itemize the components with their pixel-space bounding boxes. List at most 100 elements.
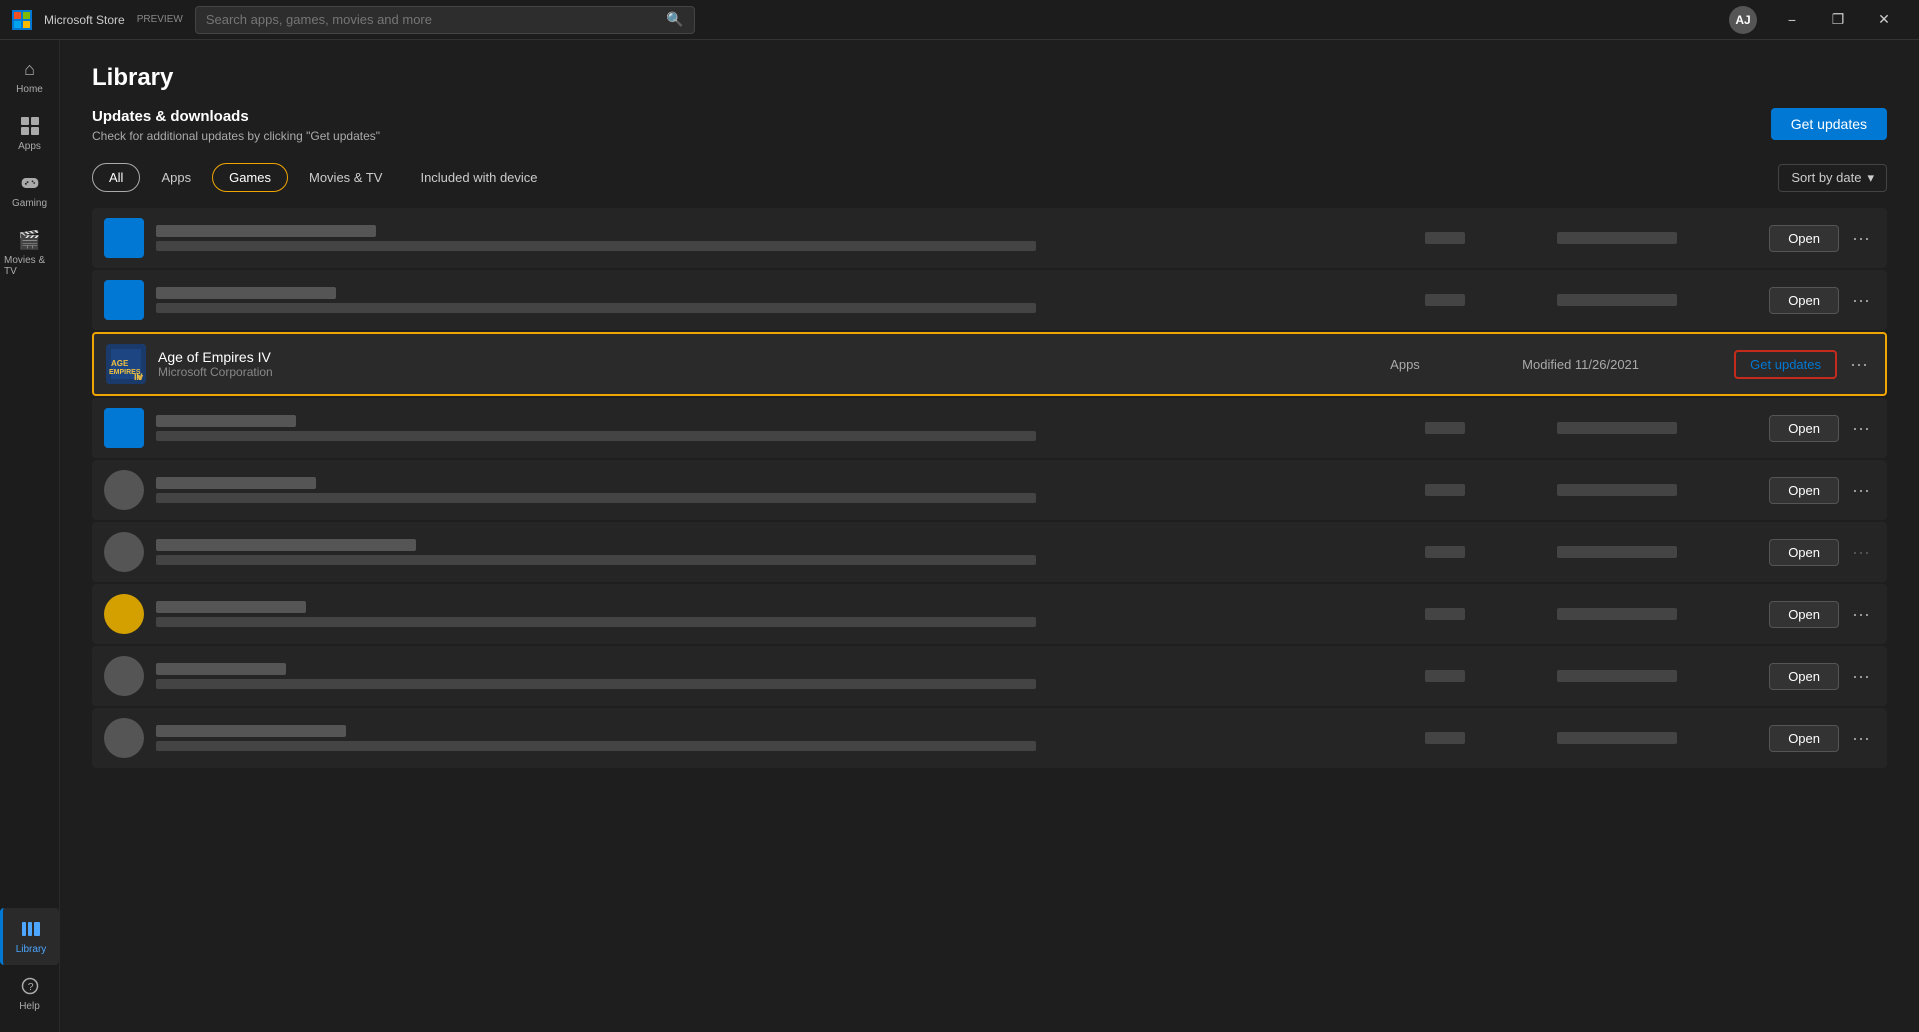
app-type: [1425, 670, 1545, 682]
home-icon: ⌂: [19, 58, 41, 80]
filter-tab-included[interactable]: Included with device: [403, 163, 554, 192]
app-name: [156, 287, 336, 299]
updates-section: Updates & downloads Check for additional…: [92, 108, 1887, 143]
filter-tab-games[interactable]: Games: [212, 163, 288, 192]
sidebar-item-library[interactable]: Library: [0, 908, 59, 965]
app-info: [156, 539, 1413, 565]
get-updates-button[interactable]: Get updates: [1771, 108, 1887, 140]
app-actions: Open ···: [1769, 287, 1875, 314]
app-type: [1425, 484, 1545, 496]
app-publisher: [156, 303, 1036, 313]
search-input[interactable]: [206, 12, 659, 27]
app-icon: [104, 718, 144, 758]
table-row-aoe: AGE EMPIRES IV Age of Empires IV Microso…: [92, 332, 1887, 396]
open-button[interactable]: Open: [1769, 477, 1839, 504]
table-row: Open ···: [92, 460, 1887, 520]
filter-bar: All Apps Games Movies & TV Included with…: [92, 163, 1887, 192]
type-blurred: [1425, 422, 1465, 434]
app-body: ⌂ Home Apps Gaming 🎬: [0, 40, 1919, 1032]
open-button[interactable]: Open: [1769, 601, 1839, 628]
filter-tab-all[interactable]: All: [92, 163, 140, 192]
app-date: [1557, 546, 1757, 558]
main-content: Library Updates & downloads Check for ad…: [60, 40, 1919, 1032]
gaming-icon: [19, 172, 41, 194]
avatar[interactable]: AJ: [1729, 6, 1757, 34]
app-info: [156, 225, 1413, 251]
svg-text:IV: IV: [134, 372, 143, 382]
date-blurred: [1557, 670, 1677, 682]
sidebar-label-apps: Apps: [18, 141, 41, 152]
more-options-button[interactable]: ···: [1847, 418, 1875, 439]
sidebar-label-home: Home: [16, 84, 43, 95]
open-button[interactable]: Open: [1769, 225, 1839, 252]
sidebar-label-help: Help: [19, 1001, 40, 1012]
table-row: Open ···: [92, 398, 1887, 458]
app-name: [156, 477, 316, 489]
app-actions: Open ···: [1769, 477, 1875, 504]
app-info: [156, 415, 1413, 441]
sidebar-label-movies: Movies & TV: [4, 255, 55, 277]
app-type: [1425, 732, 1545, 744]
app-publisher: [156, 741, 1036, 751]
app-name: [156, 725, 346, 737]
table-row: Open ···: [92, 208, 1887, 268]
updates-text: Updates & downloads Check for additional…: [92, 108, 380, 143]
app-actions: Open ···: [1769, 725, 1875, 752]
apps-icon: [19, 115, 41, 137]
open-button[interactable]: Open: [1769, 415, 1839, 442]
type-blurred: [1425, 546, 1465, 558]
more-options-button[interactable]: ···: [1847, 728, 1875, 749]
app-icon: [104, 594, 144, 634]
app-name: [156, 225, 376, 237]
app-type: [1425, 546, 1545, 558]
more-options-button[interactable]: ···: [1847, 542, 1875, 563]
type-blurred: [1425, 484, 1465, 496]
filter-tab-movies[interactable]: Movies & TV: [292, 163, 399, 192]
sidebar-item-movies[interactable]: 🎬 Movies & TV: [0, 219, 59, 287]
sidebar-item-apps[interactable]: Apps: [0, 105, 59, 162]
search-bar[interactable]: 🔍: [195, 6, 695, 34]
app-publisher: [156, 679, 1036, 689]
sidebar-label-gaming: Gaming: [12, 198, 47, 209]
get-updates-row-button[interactable]: Get updates: [1734, 350, 1837, 379]
app-date: [1557, 294, 1757, 306]
table-row: Open ···: [92, 646, 1887, 706]
more-options-button[interactable]: ···: [1847, 604, 1875, 625]
app-icon: [104, 280, 144, 320]
sidebar-item-gaming[interactable]: Gaming: [0, 162, 59, 219]
app-type: [1425, 232, 1545, 244]
close-button[interactable]: ✕: [1861, 4, 1907, 36]
app-info: [156, 663, 1413, 689]
date-blurred: [1557, 608, 1677, 620]
open-button[interactable]: Open: [1769, 725, 1839, 752]
open-button[interactable]: Open: [1769, 287, 1839, 314]
app-date: [1557, 484, 1757, 496]
sort-dropdown[interactable]: Sort by date ▾: [1778, 164, 1887, 192]
app-icon: [104, 532, 144, 572]
more-options-button[interactable]: ···: [1845, 354, 1873, 375]
sidebar-item-help[interactable]: ? Help: [0, 965, 59, 1022]
app-publisher: [156, 617, 1036, 627]
restore-button[interactable]: ❐: [1815, 4, 1861, 36]
more-options-button[interactable]: ···: [1847, 666, 1875, 687]
window-controls: − ❐ ✕: [1769, 4, 1907, 36]
open-button[interactable]: Open: [1769, 539, 1839, 566]
search-icon: 🔍: [666, 11, 683, 28]
more-options-button[interactable]: ···: [1847, 228, 1875, 249]
app-info: [156, 601, 1413, 627]
app-date: [1557, 608, 1757, 620]
app-logo: [12, 10, 32, 30]
type-blurred: [1425, 608, 1465, 620]
app-date: [1557, 232, 1757, 244]
app-publisher: [156, 241, 1036, 251]
open-button[interactable]: Open: [1769, 663, 1839, 690]
app-actions: Get updates ···: [1734, 350, 1873, 379]
minimize-button[interactable]: −: [1769, 4, 1815, 36]
app-actions: Open ···: [1769, 225, 1875, 252]
more-options-button[interactable]: ···: [1847, 480, 1875, 501]
more-options-button[interactable]: ···: [1847, 290, 1875, 311]
type-blurred: [1425, 670, 1465, 682]
filter-tab-apps[interactable]: Apps: [144, 163, 208, 192]
sidebar-item-home[interactable]: ⌂ Home: [0, 48, 59, 105]
app-actions: Open ···: [1769, 601, 1875, 628]
